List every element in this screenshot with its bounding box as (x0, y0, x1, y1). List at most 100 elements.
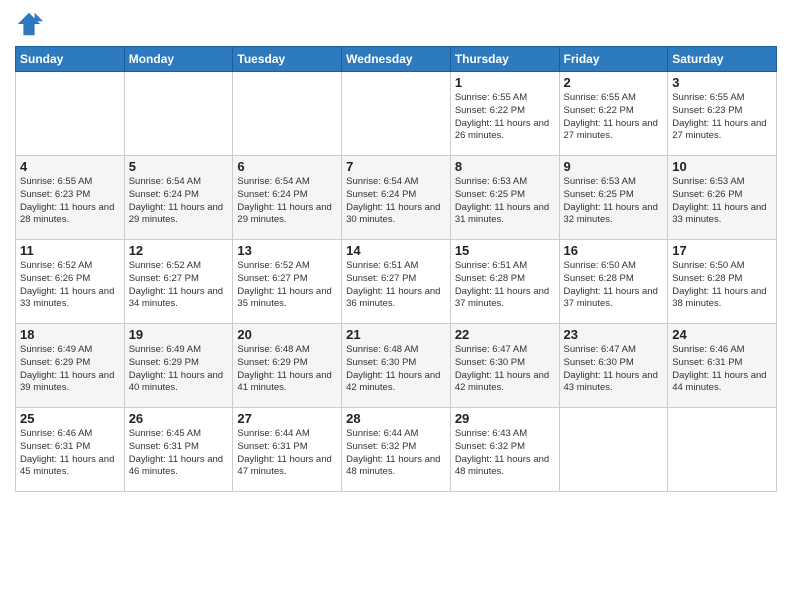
calendar-cell: 12 Sunrise: 6:52 AM Sunset: 6:27 PM Dayli… (124, 240, 233, 324)
day-number: 8 (455, 159, 555, 174)
day-number: 11 (20, 243, 120, 258)
day-info: Sunrise: 6:52 AM Sunset: 6:27 PM Dayligh… (237, 260, 337, 311)
day-number: 10 (672, 159, 772, 174)
day-number: 17 (672, 243, 772, 258)
calendar-cell: 18Sunrise: 6:49 AM Sunset: 6:29 PM Dayli… (16, 324, 125, 408)
calendar-cell: 26 Sunrise: 6:45 AM Sunset: 6:31 PM Dayli… (124, 408, 233, 492)
calendar-cell: 8 Sunrise: 6:53 AM Sunset: 6:25 PM Daylig… (450, 156, 559, 240)
day-number: 4 (20, 159, 120, 174)
day-info: Sunrise: 6:53 AM Sunset: 6:25 PM Dayligh… (455, 176, 555, 227)
day-number: 16 (564, 243, 664, 258)
day-number: 25 (20, 411, 120, 426)
day-info: Sunrise: 6:51 AM Sunset: 6:28 PM Dayligh… (455, 260, 555, 311)
calendar-cell (559, 408, 668, 492)
week-row-3: 11 Sunrise: 6:52 AM Sunset: 6:26 PM Dayli… (16, 240, 777, 324)
day-info: Sunrise: 6:48 AM Sunset: 6:30 PM Dayligh… (346, 344, 446, 395)
calendar-cell: 3 Sunrise: 6:55 AM Sunset: 6:23 PM Daylig… (668, 72, 777, 156)
calendar-cell: 25 Sunrise: 6:46 AM Sunset: 6:31 PM Dayli… (16, 408, 125, 492)
calendar-cell: 29 Sunrise: 6:43 AM Sunset: 6:32 PM Dayli… (450, 408, 559, 492)
week-row-2: 4 Sunrise: 6:55 AM Sunset: 6:23 PM Daylig… (16, 156, 777, 240)
day-info: Sunrise: 6:48 AM Sunset: 6:29 PM Dayligh… (237, 344, 337, 395)
day-number: 15 (455, 243, 555, 258)
day-info: Sunrise: 6:50 AM Sunset: 6:28 PM Dayligh… (564, 260, 664, 311)
day-info: Sunrise: 6:52 AM Sunset: 6:26 PM Dayligh… (20, 260, 120, 311)
calendar-cell (668, 408, 777, 492)
day-number: 20 (237, 327, 337, 342)
day-header-monday: Monday (124, 47, 233, 72)
calendar-cell (342, 72, 451, 156)
calendar-cell: 27 Sunrise: 6:44 AM Sunset: 6:31 PM Dayli… (233, 408, 342, 492)
day-number: 29 (455, 411, 555, 426)
calendar-cell (233, 72, 342, 156)
calendar-cell: 23 Sunrise: 6:47 AM Sunset: 6:30 PM Dayli… (559, 324, 668, 408)
calendar-cell: 13Sunrise: 6:52 AM Sunset: 6:27 PM Dayli… (233, 240, 342, 324)
logo-icon (15, 10, 43, 38)
day-number: 3 (672, 75, 772, 90)
day-info: Sunrise: 6:43 AM Sunset: 6:32 PM Dayligh… (455, 428, 555, 479)
day-info: Sunrise: 6:44 AM Sunset: 6:31 PM Dayligh… (237, 428, 337, 479)
calendar-cell: 5 Sunrise: 6:54 AM Sunset: 6:24 PM Daylig… (124, 156, 233, 240)
day-info: Sunrise: 6:55 AM Sunset: 6:23 PM Dayligh… (20, 176, 120, 227)
day-info: Sunrise: 6:54 AM Sunset: 6:24 PM Dayligh… (346, 176, 446, 227)
calendar-cell: 16 Sunrise: 6:50 AM Sunset: 6:28 PM Dayli… (559, 240, 668, 324)
day-info: Sunrise: 6:53 AM Sunset: 6:26 PM Dayligh… (672, 176, 772, 227)
day-header-saturday: Saturday (668, 47, 777, 72)
day-number: 26 (129, 411, 229, 426)
calendar-cell: 22 Sunrise: 6:47 AM Sunset: 6:30 PM Dayli… (450, 324, 559, 408)
calendar-cell: 4 Sunrise: 6:55 AM Sunset: 6:23 PM Daylig… (16, 156, 125, 240)
week-row-5: 25 Sunrise: 6:46 AM Sunset: 6:31 PM Dayli… (16, 408, 777, 492)
header-row: SundayMondayTuesdayWednesdayThursdayFrid… (16, 47, 777, 72)
calendar-cell: 7 Sunrise: 6:54 AM Sunset: 6:24 PM Daylig… (342, 156, 451, 240)
calendar-cell: 1 Sunrise: 6:55 AM Sunset: 6:22 PM Daylig… (450, 72, 559, 156)
day-info: Sunrise: 6:47 AM Sunset: 6:30 PM Dayligh… (564, 344, 664, 395)
calendar-cell: 24 Sunrise: 6:46 AM Sunset: 6:31 PM Dayli… (668, 324, 777, 408)
calendar-cell: 11 Sunrise: 6:52 AM Sunset: 6:26 PM Dayli… (16, 240, 125, 324)
day-info: Sunrise: 6:46 AM Sunset: 6:31 PM Dayligh… (20, 428, 120, 479)
day-number: 1 (455, 75, 555, 90)
day-info: Sunrise: 6:47 AM Sunset: 6:30 PM Dayligh… (455, 344, 555, 395)
day-info: Sunrise: 6:53 AM Sunset: 6:25 PM Dayligh… (564, 176, 664, 227)
day-header-tuesday: Tuesday (233, 47, 342, 72)
calendar-cell: 28 Sunrise: 6:44 AM Sunset: 6:32 PM Dayli… (342, 408, 451, 492)
day-number: 5 (129, 159, 229, 174)
day-number: 24 (672, 327, 772, 342)
day-info: Sunrise: 6:46 AM Sunset: 6:31 PM Dayligh… (672, 344, 772, 395)
day-info: Sunrise: 6:55 AM Sunset: 6:22 PM Dayligh… (455, 92, 555, 143)
day-header-sunday: Sunday (16, 47, 125, 72)
day-header-thursday: Thursday (450, 47, 559, 72)
day-info: Sunrise: 6:45 AM Sunset: 6:31 PM Dayligh… (129, 428, 229, 479)
calendar-cell: 14 Sunrise: 6:51 AM Sunset: 6:27 PM Dayli… (342, 240, 451, 324)
day-number: 28 (346, 411, 446, 426)
day-info: Sunrise: 6:54 AM Sunset: 6:24 PM Dayligh… (129, 176, 229, 227)
calendar-cell: 15 Sunrise: 6:51 AM Sunset: 6:28 PM Dayli… (450, 240, 559, 324)
day-info: Sunrise: 6:52 AM Sunset: 6:27 PM Dayligh… (129, 260, 229, 311)
page: SundayMondayTuesdayWednesdayThursdayFrid… (0, 0, 792, 502)
day-info: Sunrise: 6:50 AM Sunset: 6:28 PM Dayligh… (672, 260, 772, 311)
day-number: 23 (564, 327, 664, 342)
week-row-1: 1 Sunrise: 6:55 AM Sunset: 6:22 PM Daylig… (16, 72, 777, 156)
calendar-cell: 17 Sunrise: 6:50 AM Sunset: 6:28 PM Dayli… (668, 240, 777, 324)
header (15, 10, 777, 38)
day-number: 27 (237, 411, 337, 426)
day-number: 6 (237, 159, 337, 174)
calendar-cell (124, 72, 233, 156)
day-number: 12 (129, 243, 229, 258)
calendar-cell: 20 Sunrise: 6:48 AM Sunset: 6:29 PM Dayli… (233, 324, 342, 408)
day-number: 22 (455, 327, 555, 342)
calendar-cell: 9 Sunrise: 6:53 AM Sunset: 6:25 PM Daylig… (559, 156, 668, 240)
day-header-friday: Friday (559, 47, 668, 72)
day-info: Sunrise: 6:49 AM Sunset: 6:29 PM Dayligh… (129, 344, 229, 395)
day-number: 9 (564, 159, 664, 174)
calendar-table: SundayMondayTuesdayWednesdayThursdayFrid… (15, 46, 777, 492)
day-number: 14 (346, 243, 446, 258)
day-number: 7 (346, 159, 446, 174)
day-info: Sunrise: 6:44 AM Sunset: 6:32 PM Dayligh… (346, 428, 446, 479)
calendar-cell: 6Sunrise: 6:54 AM Sunset: 6:24 PM Daylig… (233, 156, 342, 240)
day-info: Sunrise: 6:55 AM Sunset: 6:23 PM Dayligh… (672, 92, 772, 143)
day-info: Sunrise: 6:51 AM Sunset: 6:27 PM Dayligh… (346, 260, 446, 311)
day-info: Sunrise: 6:49 AM Sunset: 6:29 PM Dayligh… (20, 344, 120, 395)
calendar-cell: 21Sunrise: 6:48 AM Sunset: 6:30 PM Dayli… (342, 324, 451, 408)
calendar-cell: 19 Sunrise: 6:49 AM Sunset: 6:29 PM Dayli… (124, 324, 233, 408)
calendar-cell (16, 72, 125, 156)
day-number: 19 (129, 327, 229, 342)
